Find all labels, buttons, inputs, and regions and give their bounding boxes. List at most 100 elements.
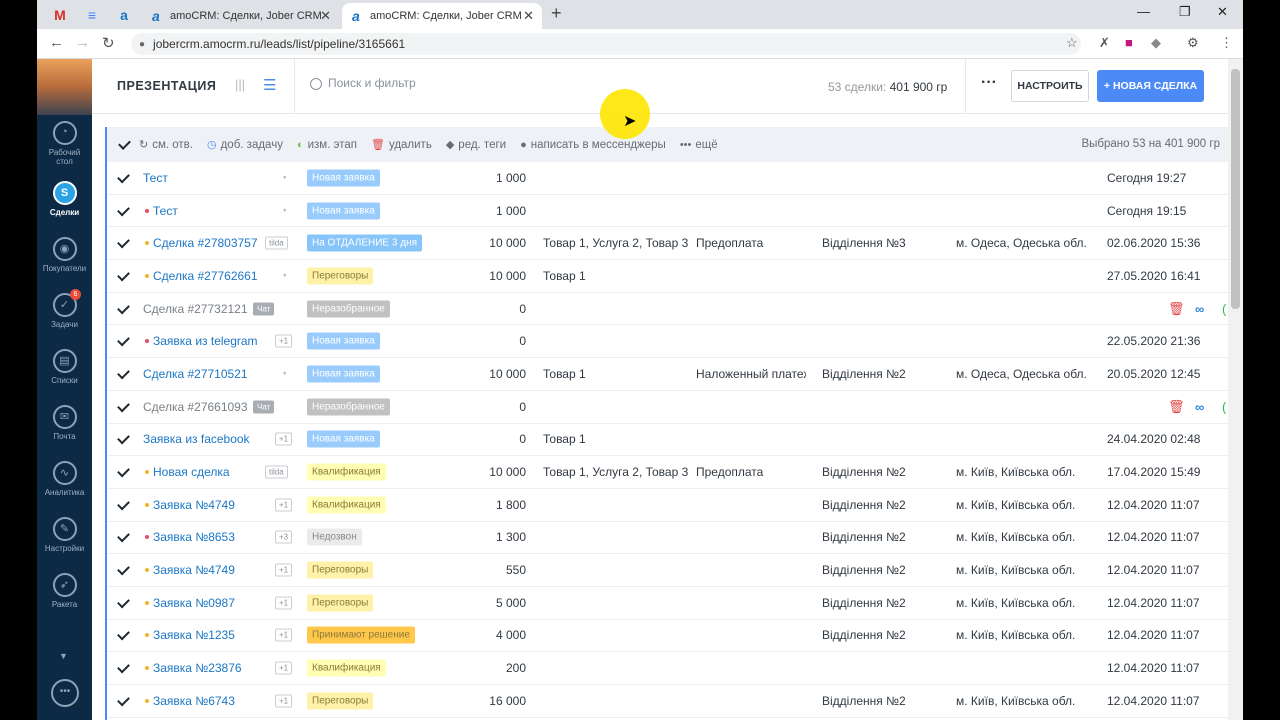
sidebar-item[interactable]: ∿ Аналитика [37, 451, 92, 507]
settings-button[interactable]: НАСТРОИТЬ [1011, 70, 1089, 102]
scrollbar[interactable] [1228, 59, 1243, 720]
pipeline-title[interactable]: ПРЕЗЕНТАЦИЯ [117, 79, 216, 93]
table-row[interactable]: Сделка #27762661 • Переговоры 10 000 Товар 1… [107, 260, 1228, 293]
lead-name-link[interactable]: Заявка №1235 [153, 628, 235, 642]
delete-action[interactable]: 🗑 удалить [371, 138, 432, 152]
gear-icon[interactable]: ⚙ [1187, 35, 1199, 51]
tab-active[interactable]: a amoCRM: Сделки, Jober CRM ✕ [342, 3, 542, 29]
change-stage-action[interactable]: ◐ изм. этап [297, 139, 357, 151]
row-checkbox[interactable] [117, 302, 130, 315]
table-row[interactable]: Новая сделка tilda Квалификация 10 000 Товар… [107, 456, 1228, 489]
table-row[interactable]: Тест • Новая заявка 1 000 Сегодня 19:15 [107, 195, 1228, 228]
chat-icon[interactable]: ••• [51, 679, 79, 707]
search-input[interactable] [328, 76, 628, 90]
extension-icon[interactable]: ■ [1125, 35, 1133, 50]
lead-name-link[interactable]: Заявка №23876 [153, 661, 242, 675]
tab-inactive[interactable]: a amoCRM: Сделки, Jober CRM ✕ [142, 3, 339, 29]
kanban-view-icon[interactable]: ||| [235, 77, 245, 92]
table-row[interactable]: Заявка из facebook +1 Новая заявка 0 Товар 1… [107, 424, 1228, 457]
pinned-tab-icon[interactable]: M [47, 3, 73, 27]
row-checkbox[interactable] [117, 237, 130, 250]
row-checkbox[interactable] [117, 433, 130, 446]
row-checkbox[interactable] [117, 498, 130, 511]
lead-name-link[interactable]: Тест [143, 171, 168, 185]
close-icon[interactable]: ✕ [523, 8, 534, 24]
sidebar-item[interactable]: ✉ Почта [37, 395, 92, 451]
row-checkbox[interactable] [117, 367, 130, 380]
more-menu-button[interactable]: ··· [981, 74, 997, 92]
list-view-icon[interactable]: ☰ [263, 76, 276, 94]
pinned-tab-icon[interactable]: ≡ [79, 3, 105, 27]
table-row[interactable]: Сделка #27710521 • Новая заявка 10 000 Товар… [107, 358, 1228, 391]
extension-icon[interactable]: ✗ [1099, 35, 1110, 51]
messenger-action[interactable]: ● написать в мессенджеры [520, 139, 666, 151]
table-row[interactable]: Заявка №1235 +1 Принимают решение 4 000 Відд… [107, 620, 1228, 653]
scrollbar-thumb[interactable] [1231, 69, 1240, 309]
avatar[interactable] [37, 59, 92, 115]
extension-icon[interactable]: ◆ [1151, 35, 1161, 51]
bookmark-star-icon[interactable]: ☆ [1066, 35, 1078, 51]
lead-name-link[interactable]: Сделка #27661093 [143, 400, 248, 414]
change-responsible-action[interactable]: ↻ см. отв. [139, 138, 193, 152]
table-row[interactable]: Сделка #27803757 tilda На ОТДАЛЕНИЕ 3 дня 1… [107, 227, 1228, 261]
row-checkbox[interactable] [117, 596, 130, 609]
row-checkbox[interactable] [117, 629, 130, 642]
lead-name-link[interactable]: Сделка #27762661 [153, 269, 258, 283]
chevron-down-icon[interactable]: ▼ [59, 651, 68, 661]
sidebar-item[interactable]: ✎ Настройки [37, 507, 92, 563]
link-icon[interactable]: ∞ [1195, 399, 1204, 414]
table-row[interactable]: Заявка №4749 +1 Переговоры 550 Відділення №2… [107, 554, 1228, 587]
trash-icon[interactable]: 🗑 [1168, 301, 1185, 317]
new-tab-button[interactable]: + [551, 3, 562, 24]
url-field[interactable]: ● jobercrm.amocrm.ru/leads/list/pipeline… [131, 33, 1081, 55]
lead-name-link[interactable]: Заявка №6743 [153, 694, 235, 708]
row-checkbox[interactable] [117, 204, 130, 217]
edit-tags-action[interactable]: ◆ ред. теги [446, 138, 506, 152]
lead-name-link[interactable]: Тест [153, 204, 178, 218]
table-row[interactable]: Заявка №4749 +1 Квалификация 1 800 Відділенн… [107, 489, 1228, 522]
table-row[interactable]: Заявка из telegram +1 Новая заявка 0 22.05.2… [107, 325, 1228, 359]
row-checkbox[interactable] [117, 564, 130, 577]
row-checkbox[interactable] [117, 662, 130, 675]
accept-icon[interactable]: ( [1222, 399, 1226, 414]
lead-name-link[interactable]: Заявка из telegram [153, 334, 258, 348]
minimize-button[interactable]: — [1137, 4, 1150, 19]
table-row[interactable]: Заявка №8653 +3 Недозвон 1 300 Відділення №2… [107, 522, 1228, 555]
reload-icon[interactable]: ↻ [102, 34, 115, 52]
new-lead-button[interactable]: + НОВАЯ СДЕЛКА [1097, 70, 1204, 102]
row-checkbox[interactable] [117, 531, 130, 544]
accept-icon[interactable]: ( [1222, 301, 1226, 316]
lead-name-link[interactable]: Заявка №0987 [153, 596, 235, 610]
row-checkbox[interactable] [117, 335, 130, 348]
maximize-button[interactable]: ❐ [1179, 4, 1191, 20]
sidebar-item[interactable]: ✓ Задачи 6 [37, 283, 92, 339]
sidebar-item[interactable]: S Сделки [37, 171, 92, 227]
close-icon[interactable]: ✕ [320, 8, 331, 24]
lead-name-link[interactable]: Сделка #27803757 [153, 236, 258, 250]
menu-dots-icon[interactable]: ⋮ [1220, 35, 1233, 51]
lead-name-link[interactable]: Заявка №4749 [153, 563, 235, 577]
forward-icon[interactable]: → [75, 34, 90, 51]
row-checkbox[interactable] [117, 171, 130, 184]
sidebar-item[interactable]: ◉ Покупатели [37, 227, 92, 283]
sidebar-item[interactable]: ◔ Рабочий стол [37, 115, 92, 171]
pinned-tab-icon[interactable]: a [111, 3, 137, 27]
table-row[interactable]: Сделка #27661093 Чат Неразобранное 0 🗑 ∞ ( [107, 391, 1228, 424]
table-row[interactable]: Заявка №23876 +1 Квалификация 200 12.04.2020… [107, 652, 1228, 685]
link-icon[interactable]: ∞ [1195, 301, 1204, 316]
lead-name-link[interactable]: Сделка #27732121 [143, 302, 248, 316]
row-checkbox[interactable] [117, 400, 130, 413]
lead-name-link[interactable]: Новая сделка [153, 465, 230, 479]
row-checkbox[interactable] [117, 466, 130, 479]
table-row[interactable]: Тест • Новая заявка 1 000 Сегодня 19:27 [107, 162, 1228, 195]
row-checkbox[interactable] [117, 694, 130, 707]
trash-icon[interactable]: 🗑 [1168, 399, 1185, 415]
table-row[interactable]: Заявка №6743 +1 Переговоры 16 000 Відділення… [107, 685, 1228, 718]
row-checkbox[interactable] [117, 269, 130, 282]
close-window-button[interactable]: ✕ [1217, 4, 1228, 20]
lead-name-link[interactable]: Заявка №8653 [153, 530, 235, 544]
add-task-action[interactable]: ◷ доб. задачу [207, 138, 283, 152]
lead-name-link[interactable]: Заявка из facebook [143, 432, 250, 446]
sidebar-item[interactable]: ➶ Ракета [37, 563, 92, 619]
sidebar-item[interactable]: ▤ Списки [37, 339, 92, 395]
